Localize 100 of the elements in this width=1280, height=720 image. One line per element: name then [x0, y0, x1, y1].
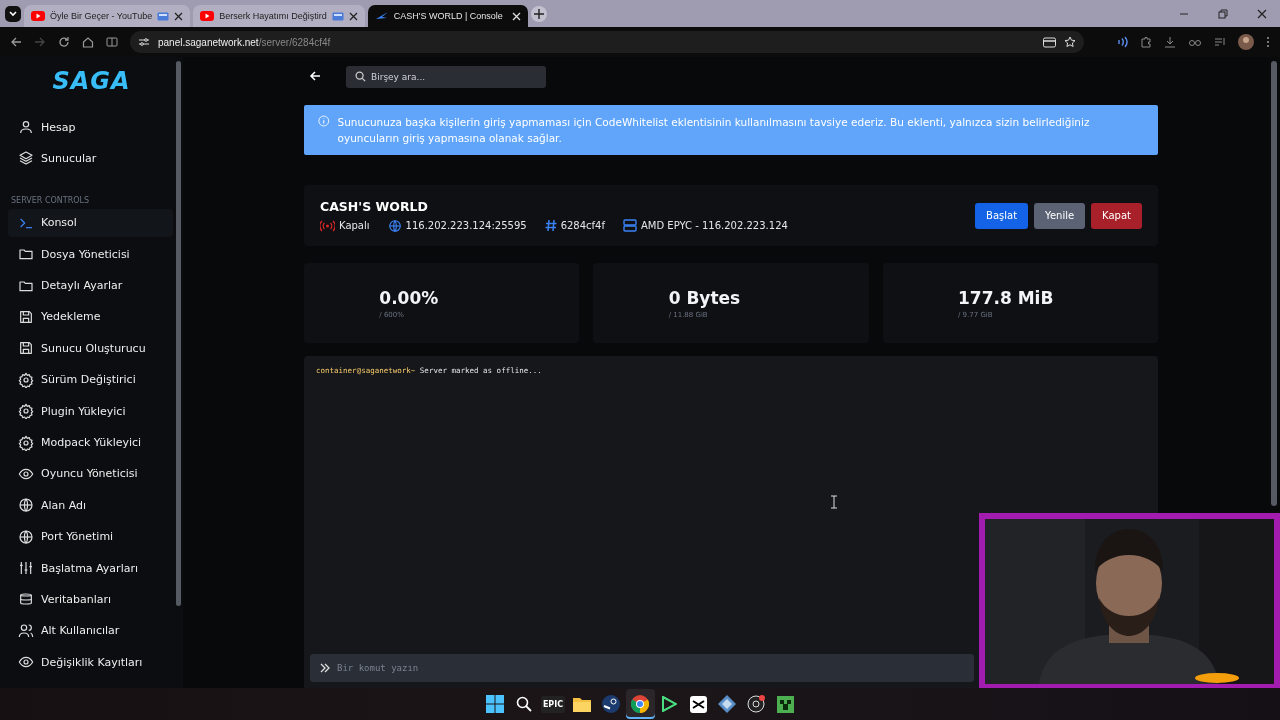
sidebar-item[interactable]: Plugin Yükleyici	[8, 397, 173, 426]
reload-icon[interactable]	[58, 36, 70, 48]
play-logo-icon	[200, 11, 215, 21]
play-icon	[661, 696, 677, 712]
back-icon[interactable]	[10, 36, 22, 48]
power-button[interactable]: Yenile	[1034, 202, 1086, 229]
browser-tab[interactable]: CASH'S WORLD | Console	[367, 5, 528, 27]
sidebar-item[interactable]: Sürüm Değiştirici	[8, 365, 173, 394]
section-heading: SERVER CONTROLS	[10, 194, 91, 207]
block-face-icon	[776, 695, 794, 713]
back-arrow-icon[interactable]	[309, 70, 321, 82]
globe-icon	[18, 528, 34, 545]
scrollbar[interactable]	[176, 61, 181, 606]
sidebar-item[interactable]: Başlatma Ayarları	[8, 554, 173, 583]
sidebar-item[interactable]: Yedekleme	[8, 302, 173, 331]
cast-icon	[331, 11, 344, 21]
sidebar-item[interactable]: Alan Adı	[8, 491, 173, 520]
stat-value: 0.00%	[379, 287, 440, 308]
sliders-icon	[18, 560, 34, 577]
info-icon	[318, 114, 330, 128]
server-address: 116.202.223.124:25595	[405, 220, 527, 231]
server-status: Kapalı	[339, 220, 370, 231]
save-icon	[18, 340, 34, 357]
sidebar-item[interactable]: Sunucu Oluşturucu	[8, 334, 173, 363]
tab-search-button[interactable]	[5, 5, 21, 22]
signal-icon	[320, 219, 335, 232]
close-icon[interactable]	[348, 11, 358, 21]
sound-wave-icon[interactable]	[1116, 36, 1128, 48]
scrollbar[interactable]	[1271, 61, 1277, 506]
steam-icon	[602, 695, 620, 713]
sidebar-item[interactable]: Konsol	[8, 208, 173, 237]
database-icon	[18, 591, 34, 608]
stat-value: 0 Bytes	[668, 287, 742, 308]
tab-title: Öyle Bir Geçer - YouTube	[50, 11, 153, 21]
user-icon	[18, 119, 34, 135]
chevron-icon	[8, 8, 18, 19]
folder-icon	[573, 696, 591, 712]
chrome-icon	[631, 695, 649, 713]
tab-title: Berserk Hayatımı Değiştird	[219, 11, 327, 21]
globe-icon	[18, 497, 34, 514]
windows-icon	[486, 695, 504, 713]
host-label: AMD EPYC - 116.202.223.124	[641, 220, 788, 231]
server-id: 6284cf4f	[560, 220, 605, 231]
sidebar-item[interactable]: Detaylı Ayarlar	[8, 271, 173, 300]
restore-icon[interactable]	[1218, 8, 1228, 19]
sidebar-item[interactable]: Sunucular	[8, 144, 173, 173]
power-button[interactable]: Kapat	[1091, 202, 1142, 229]
banner-text: Sunucunuza başka kişilerin giriş yapmaması için CodeWhitelist eklentisinin kullanılmasını tavsiye ederiz. Bu eklenti, yalnızca sizin belirlediğiniz oyuncuların giriş yapmasına olanak sağlar.	[337, 115, 1091, 146]
stat-value: 177.8 MiB	[958, 287, 1055, 308]
tab-title: CASH'S WORLD | Console	[393, 11, 504, 21]
sidebar-item[interactable]: Port Yönetimi	[8, 522, 173, 551]
sidebar-item[interactable]: Dosya Yöneticisi	[8, 240, 173, 269]
server-name: CASH'S WORLD	[320, 198, 429, 214]
avatar-icon[interactable]	[1238, 34, 1254, 50]
cast-icon	[157, 11, 170, 21]
split-view-icon[interactable]	[106, 36, 118, 48]
record-icon	[747, 695, 765, 713]
cube-icon	[718, 695, 736, 713]
logo[interactable]: SAGA	[51, 67, 132, 95]
star-icon[interactable]	[1064, 36, 1076, 48]
chevrons-icon	[320, 663, 330, 673]
sidebar-item[interactable]: Veritabanları	[8, 585, 173, 614]
home-icon[interactable]	[82, 36, 94, 48]
search-field[interactable]: Birşey ara...	[346, 66, 546, 88]
browser-tab[interactable]: Öyle Bir Geçer - YouTube	[24, 5, 191, 27]
taskbar-app[interactable]: EPIC	[538, 689, 568, 719]
browser-tab[interactable]: Berserk Hayatımı Değiştird	[193, 5, 365, 27]
more-icon[interactable]	[1266, 36, 1270, 48]
extensions-icon[interactable]	[1140, 36, 1152, 48]
close-icon[interactable]	[174, 11, 184, 21]
users-icon	[18, 622, 34, 639]
taskbar-app[interactable]	[625, 689, 655, 719]
text-cursor-icon	[831, 495, 837, 509]
sidebar-item[interactable]: Alt Kullanıcılar	[8, 616, 173, 645]
globe-icon	[387, 218, 402, 233]
search-icon	[516, 696, 532, 712]
sidebar-item[interactable]: Oyuncu Yöneticisi	[8, 459, 173, 488]
download-icon[interactable]	[1164, 36, 1176, 48]
hash-icon	[544, 219, 557, 232]
plus-icon	[533, 8, 544, 19]
sidebar-item[interactable]: Değişiklik Kayıtları	[8, 648, 173, 677]
gear-icon	[18, 371, 34, 388]
new-tab-button[interactable]	[530, 5, 547, 22]
gear-icon	[18, 434, 34, 451]
server-icon	[623, 219, 637, 232]
sidebar-item[interactable]: Hesap	[8, 113, 173, 141]
sidebar-item[interactable]: Modpack Yükleyici	[8, 428, 173, 457]
play-logo-icon	[31, 11, 45, 21]
site-settings-icon	[138, 36, 150, 48]
address-bar[interactable]: panel.saganetwork.net/server/6284cf4f	[130, 31, 1084, 53]
gear-icon	[18, 403, 34, 420]
app-logo: EPIC	[540, 695, 566, 713]
wing-logo-icon	[374, 11, 389, 21]
search-icon	[355, 71, 366, 82]
power-button[interactable]: Başlat	[975, 202, 1029, 229]
scissors-icon	[689, 695, 707, 713]
close-icon[interactable]	[1257, 8, 1267, 19]
layers-icon	[18, 150, 34, 167]
command-field[interactable]: Bir komut yazın	[310, 654, 974, 682]
card-icon[interactable]	[1043, 36, 1056, 48]
